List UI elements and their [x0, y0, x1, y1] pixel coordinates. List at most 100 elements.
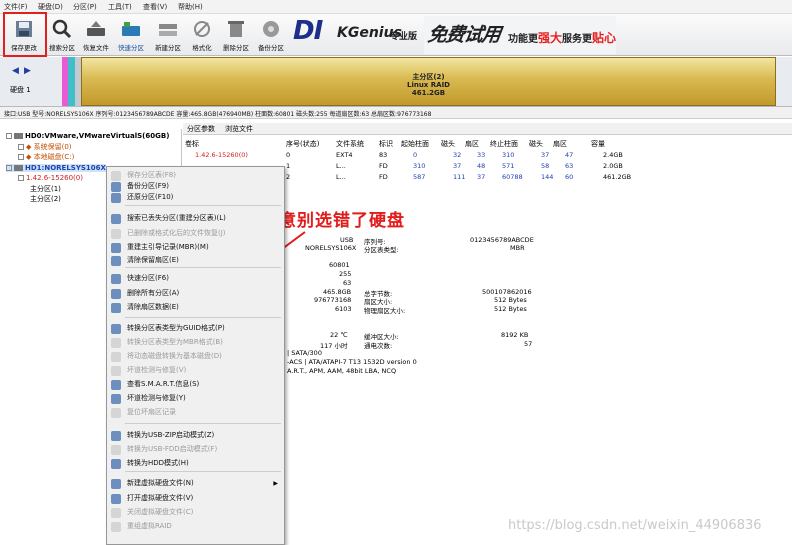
menu-file[interactable]: 文件(F): [4, 2, 28, 12]
context-menu-item-1[interactable]: 备份分区(F9): [127, 181, 169, 191]
context-menu-item-17[interactable]: 转换为USB-ZIP启动模式(Z): [127, 430, 214, 440]
table-cell: 32: [453, 151, 462, 159]
context-menu-item-6[interactable]: 清除保留扇区(E): [127, 255, 179, 265]
context-menu-item-16[interactable]: 复位坏扇区记录: [127, 407, 176, 417]
table-cell: 83: [379, 151, 388, 159]
backup-partition-button[interactable]: 备份分区: [251, 16, 291, 54]
disk-icon: [14, 165, 23, 171]
table-cell: 37: [453, 162, 462, 170]
menu-item-icon: [111, 459, 121, 469]
table-cell: 310: [413, 162, 426, 170]
partition-table-header: 卷标 序号(状态) 文件系统 标识 起始柱面 磁头 扇区 终止柱面 磁头 扇区 …: [185, 140, 605, 148]
menu-item-icon: [111, 193, 121, 203]
menu-item-icon: [111, 171, 121, 181]
tree-item-hd1-p1[interactable]: 主分区(1): [30, 184, 61, 194]
context-menu-item-14[interactable]: 查看S.M.A.R.T.信息(S): [127, 379, 199, 389]
context-menu-item-15[interactable]: 坏道检测与修复(Y): [127, 393, 186, 403]
tree-item-hd1-p2[interactable]: 主分区(2): [30, 194, 61, 204]
disk-icon: [14, 133, 23, 139]
menu-tools[interactable]: 工具(T): [108, 2, 132, 12]
save-button-highlight: [3, 12, 47, 57]
menu-item-icon: [111, 182, 121, 192]
table-cell: 47: [565, 151, 574, 159]
menu-item-icon: [111, 289, 121, 299]
tree-item-hd0[interactable]: HD0:VMware,VMwareVirtualS(60GB): [6, 132, 169, 140]
partition-segment-1[interactable]: [68, 57, 75, 106]
context-menu-item-11[interactable]: 转换分区表类型为MBR格式(B): [127, 337, 223, 347]
new-partition-icon: [159, 24, 177, 36]
table-cell: 58: [541, 162, 550, 170]
quick-partition-icon: [122, 22, 140, 36]
menu-item-icon: [111, 256, 121, 266]
context-menu-item-4[interactable]: 已删除或格式化后的文件恢复(J): [127, 228, 226, 238]
partition-icon: ◆: [26, 153, 34, 161]
menu-item-icon: [111, 394, 121, 404]
table-cell: L...: [336, 162, 346, 170]
table-cell: 2: [286, 173, 291, 181]
tab-partition-params[interactable]: 分区参数: [187, 124, 215, 134]
menu-item-icon: [111, 229, 121, 239]
context-menu-item-20[interactable]: 新建虚拟硬盘文件(N): [127, 478, 194, 488]
tree-item-hd1-p0[interactable]: 1.42.6-15260(0): [18, 174, 83, 182]
diskgenius-logo: DI KGenius 专业版: [293, 16, 418, 46]
table-cell: 33: [477, 151, 486, 159]
menu-help[interactable]: 帮助(H): [178, 2, 203, 12]
table-cell: 1.42.6-15260(0): [195, 151, 248, 159]
context-menu-item-2[interactable]: 还原分区(F10): [127, 192, 173, 202]
context-menu-item-5[interactable]: 重建主引导记录(MBR)(M): [127, 242, 209, 252]
menu-disk[interactable]: 硬盘(D): [38, 2, 63, 12]
menu-item-icon: [111, 214, 121, 224]
table-cell: 571: [502, 162, 515, 170]
context-menu-item-3[interactable]: 搜索已丢失分区(重建分区表)(L): [127, 213, 226, 223]
context-menu-item-12[interactable]: 将动态磁盘转换为基本磁盘(D): [127, 351, 222, 361]
disk-label: 硬盘 1: [10, 86, 31, 94]
next-disk-arrow-icon[interactable]: ▶: [24, 66, 31, 76]
table-cell: 48: [477, 162, 486, 170]
context-menu-item-0[interactable]: 保存分区表(F8): [127, 170, 176, 180]
context-menu-item-19[interactable]: 转换为HDD模式(H): [127, 458, 189, 468]
disk-info-line: 接口:USB 型号:NORELSYS106X 序列号:0123456789ABC…: [0, 107, 792, 119]
promo-banner[interactable]: 免费试用 功能更强大服务更贴心: [424, 16, 616, 54]
table-row[interactable]: 1.42.6-15260(0) 0 EXT4 83 0 32 33 310 37 47 2.4GB: [185, 151, 785, 161]
context-menu-item-7[interactable]: 快速分区(F6): [127, 273, 169, 283]
menu-item-icon: [111, 366, 121, 376]
table-cell: 461.2GB: [603, 173, 632, 181]
prev-disk-arrow-icon[interactable]: ◀: [12, 66, 19, 76]
table-cell: L...: [336, 173, 346, 181]
tab-browse-files[interactable]: 浏览文件: [225, 124, 253, 134]
table-cell: 2.0GB: [603, 162, 623, 170]
context-menu-item-21[interactable]: 打开虚拟硬盘文件(V): [127, 493, 193, 503]
menu-item-icon: [111, 338, 121, 348]
context-menu-item-8[interactable]: 删除所有分区(A): [127, 288, 179, 298]
menu-separator: [125, 205, 281, 206]
menu-item-icon: [111, 445, 121, 455]
menu-separator: [125, 471, 281, 472]
search-icon: [52, 19, 72, 39]
menu-partition[interactable]: 分区(P): [73, 2, 97, 12]
context-menu: 保存分区表(F8) 备份分区(F9) 还原分区(F10) 搜索已丢失分区(重建分区表)…: [106, 166, 285, 545]
context-menu-item-18[interactable]: 转换为USB-FDD启动模式(F): [127, 444, 217, 454]
table-cell: 0: [413, 151, 418, 159]
context-menu-item-13[interactable]: 坏道检测与修复(V): [127, 365, 186, 375]
table-cell: 144: [541, 173, 554, 181]
context-menu-item-23[interactable]: 重组虚拟RAID: [127, 521, 172, 531]
menu-view[interactable]: 查看(V): [143, 2, 167, 12]
menu-bar: 文件(F) 硬盘(D) 分区(P) 工具(T) 查看(V) 帮助(H): [0, 0, 792, 14]
quick-partition-button[interactable]: 快速分区: [111, 16, 151, 54]
table-cell: 60788: [502, 173, 523, 181]
table-cell: 60: [565, 173, 574, 181]
table-cell: 2.4GB: [603, 151, 623, 159]
recover-files-button[interactable]: 恢复文件: [76, 16, 116, 54]
partition-segment-2[interactable]: 主分区(2) Linux RAID 461.2GB: [81, 57, 776, 106]
tree-item-local-disk-c[interactable]: ◆ 本地磁盘(C:): [18, 152, 74, 162]
tree-item-hd1[interactable]: HD1:NORELSYS106X: [6, 164, 106, 172]
delete-partition-button[interactable]: 删除分区: [216, 16, 256, 54]
table-cell: 310: [502, 151, 515, 159]
menu-item-icon: [111, 508, 121, 518]
menu-item-icon: [111, 522, 121, 532]
context-menu-item-22[interactable]: 关闭虚拟硬盘文件(C): [127, 507, 193, 517]
context-menu-item-9[interactable]: 清除扇区数据(E): [127, 302, 179, 312]
tree-item-system-reserved[interactable]: ◆ 系统保留(0): [18, 142, 72, 152]
menu-item-icon: [111, 494, 121, 504]
context-menu-item-10[interactable]: 转换分区表类型为GUID格式(P): [127, 323, 225, 333]
